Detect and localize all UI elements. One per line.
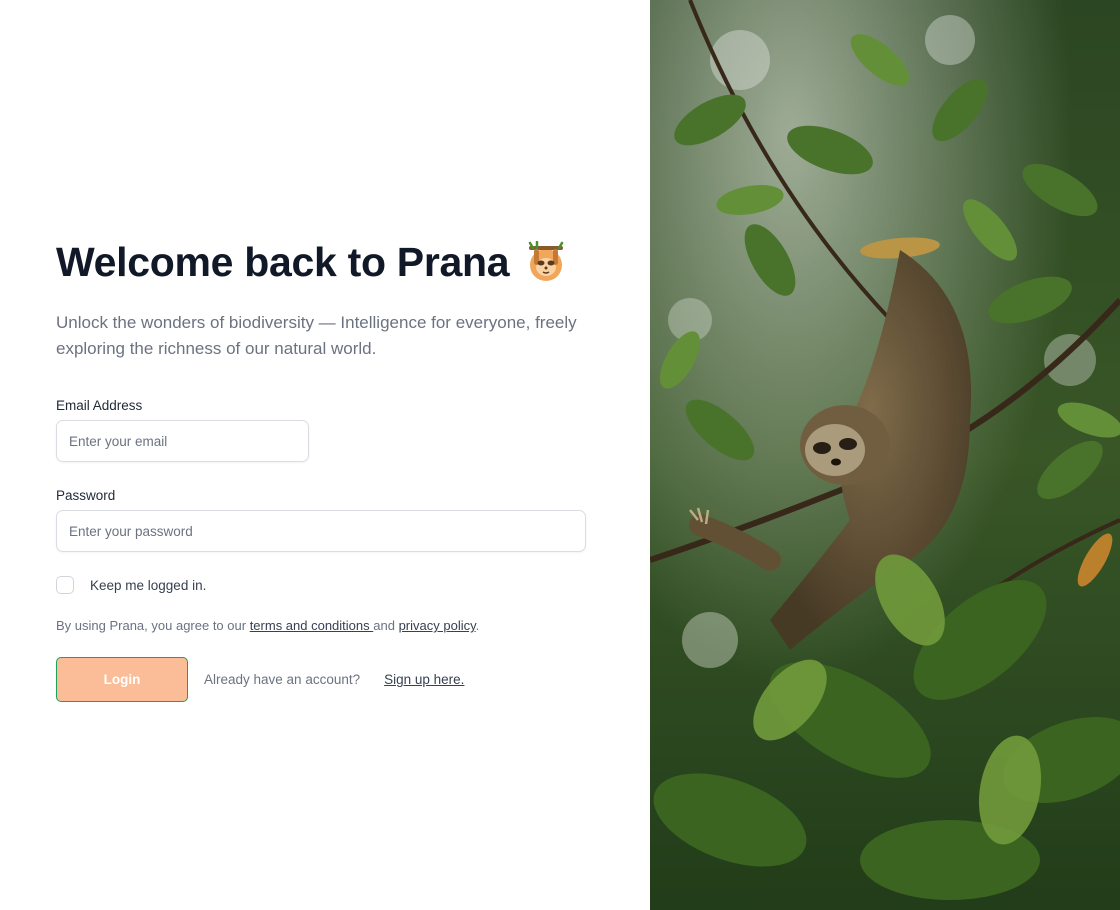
email-field-group: Email Address: [56, 398, 586, 462]
password-label: Password: [56, 488, 116, 503]
terms-suffix: .: [475, 618, 480, 633]
terms-notice: By using Prana, you agree to our terms a…: [56, 618, 586, 633]
email-label: Email Address: [56, 398, 143, 413]
signup-prompt: Already have an account?: [204, 672, 361, 687]
login-button[interactable]: Login: [56, 657, 188, 702]
page-title: Welcome back to Prana: [56, 239, 510, 285]
terms-and: and: [373, 618, 399, 633]
login-form: Welcome back to Prana Unlock the wonders…: [56, 236, 586, 702]
password-input[interactable]: [56, 510, 586, 552]
remember-row: Keep me logged in.: [56, 576, 586, 594]
sloth-photo: [650, 0, 1120, 910]
password-field-group: Password: [56, 488, 586, 552]
terms-link[interactable]: terms and conditions: [250, 618, 374, 633]
sloth-icon: [525, 240, 567, 283]
hero-image: [650, 0, 1120, 910]
remember-checkbox[interactable]: [56, 576, 74, 594]
action-row: Login Already have an account? Sign up h…: [56, 657, 586, 702]
page-subtitle: Unlock the wonders of biodiversity — Int…: [56, 313, 577, 358]
login-panel: Welcome back to Prana Unlock the wonders…: [0, 0, 650, 910]
privacy-link[interactable]: privacy policy: [399, 618, 476, 633]
title-row: Welcome back to Prana: [56, 236, 586, 288]
terms-prefix: By using Prana, you agree to our: [56, 618, 250, 633]
email-input[interactable]: [56, 420, 309, 462]
remember-label: Keep me logged in.: [90, 577, 207, 593]
signup-link[interactable]: Sign up here.: [384, 672, 464, 687]
